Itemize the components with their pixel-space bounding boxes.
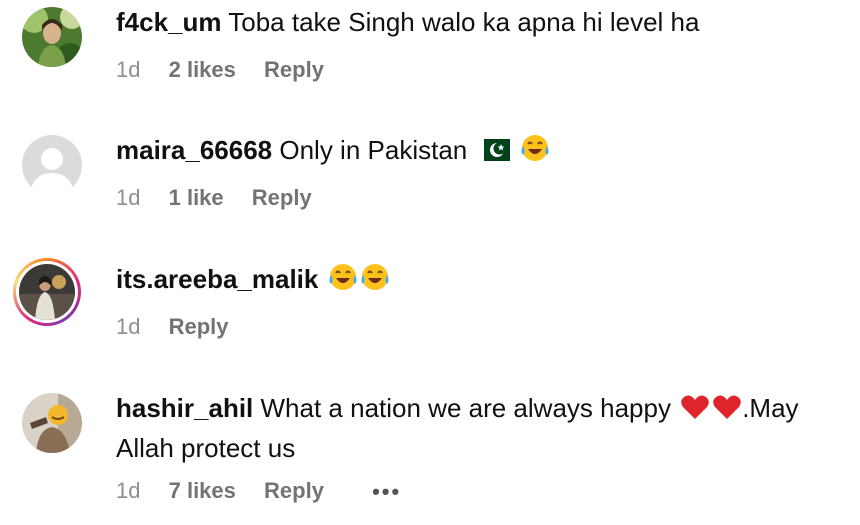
comment-meta: 1d Reply bbox=[116, 314, 251, 340]
avatar[interactable] bbox=[22, 393, 82, 453]
pakistan-flag-icon bbox=[476, 136, 511, 172]
comment-time: 1d bbox=[116, 57, 141, 82]
avatar[interactable] bbox=[22, 135, 82, 195]
tears-of-joy-emoji-icon bbox=[520, 133, 550, 172]
comment-meta: 1d 2 likes Reply bbox=[116, 57, 346, 83]
comment-time: 1d bbox=[116, 185, 141, 210]
comment-text: Toba take Singh walo ka apna hi level ha bbox=[228, 7, 700, 37]
reply-button[interactable]: Reply bbox=[252, 185, 312, 210]
comment-username[interactable]: its.areeba_malik bbox=[116, 264, 318, 294]
avatar-photo-icon bbox=[22, 393, 82, 453]
likes-count[interactable]: 7 likes bbox=[169, 478, 236, 503]
red-heart-icon bbox=[680, 393, 710, 430]
story-ring-avatar[interactable] bbox=[13, 258, 81, 326]
avatar-photo-icon bbox=[19, 264, 75, 320]
comment-time: 1d bbox=[116, 478, 141, 503]
avatar[interactable] bbox=[22, 7, 82, 67]
likes-count[interactable]: 2 likes bbox=[169, 57, 236, 82]
comment-body: f4ck_um Toba take Singh walo ka apna hi … bbox=[116, 4, 830, 40]
comment-meta: 1d 7 likes Reply ••• bbox=[116, 478, 423, 505]
comment-body: maira_66668 Only in Pakistan bbox=[116, 132, 830, 172]
reply-button[interactable]: Reply bbox=[169, 314, 229, 339]
tears-of-joy-emoji-icon bbox=[328, 262, 358, 301]
avatar-photo-icon bbox=[22, 7, 82, 67]
comment-meta: 1d 1 like Reply bbox=[116, 185, 334, 211]
comment-body: hashir_ahil What a nation we are always … bbox=[116, 390, 830, 466]
comment-username[interactable]: hashir_ahil bbox=[116, 393, 253, 423]
reply-button[interactable]: Reply bbox=[264, 478, 324, 503]
red-heart-icon bbox=[712, 393, 742, 430]
default-avatar-icon bbox=[22, 135, 82, 195]
comment-text: Only in Pakistan bbox=[279, 135, 468, 165]
comment-text: What a nation we are always happy bbox=[260, 393, 671, 423]
comment-body: its.areeba_malik bbox=[116, 261, 830, 301]
tears-of-joy-emoji-icon bbox=[360, 262, 390, 301]
more-options-icon[interactable]: ••• bbox=[372, 479, 401, 505]
reply-button[interactable]: Reply bbox=[264, 57, 324, 82]
comment-time: 1d bbox=[116, 314, 141, 339]
comment-username[interactable]: maira_66668 bbox=[116, 135, 272, 165]
comment-username[interactable]: f4ck_um bbox=[116, 7, 222, 37]
likes-count[interactable]: 1 like bbox=[169, 185, 224, 210]
